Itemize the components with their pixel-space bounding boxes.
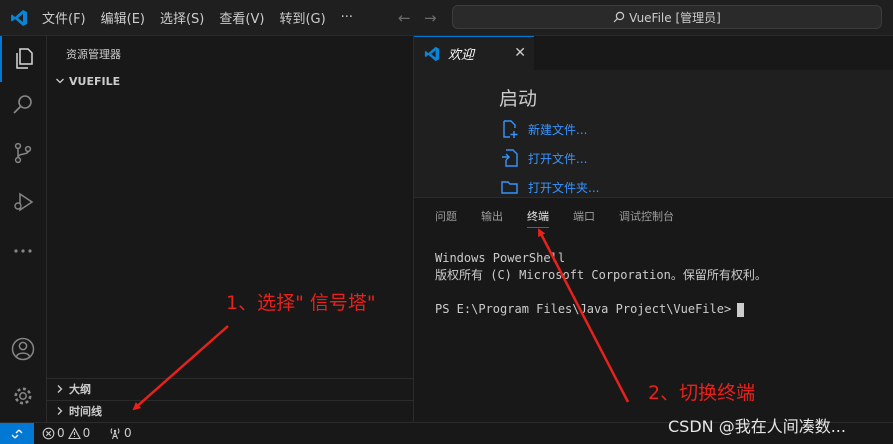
terminal-line: 版权所有 (C) Microsoft Corporation。保留所有权利。 <box>435 268 767 282</box>
timeline-label: 时间线 <box>69 405 102 418</box>
chevron-down-icon <box>56 78 64 84</box>
account-icon <box>11 337 35 361</box>
tab-debug-console[interactable]: 调试控制台 <box>619 208 674 224</box>
tab-output[interactable]: 输出 <box>481 208 503 224</box>
chevron-right-icon <box>57 385 63 393</box>
terminal-prompt: PS E:\Program Files\Java Project\VueFile… <box>435 302 732 316</box>
search-icon <box>613 11 625 23</box>
tab-label: 欢迎 <box>448 48 475 63</box>
menu-go[interactable]: 转到(G) <box>279 8 325 27</box>
welcome-page: 启动 新建文件... 打开文件... 打开文件夹... <box>414 70 893 197</box>
source-control-button[interactable] <box>0 130 46 176</box>
vscode-logo-icon <box>11 10 27 26</box>
search-button[interactable] <box>0 82 46 128</box>
open-file-label: 打开文件... <box>528 151 588 166</box>
new-file-label: 新建文件... <box>528 122 588 137</box>
ellipsis-icon <box>14 249 32 253</box>
warning-count: 0 <box>82 426 91 440</box>
command-center-search[interactable]: VueFile [管理员] <box>452 5 882 29</box>
vscode-tab-icon <box>424 46 440 61</box>
terminal-prompt-line: PS E:\Program Files\Java Project\VueFile… <box>435 301 767 318</box>
accounts-button[interactable] <box>0 326 46 372</box>
open-folder-icon <box>501 181 518 194</box>
menu-file[interactable]: 文件(F) <box>42 8 86 27</box>
terminal-cursor <box>737 302 745 317</box>
remote-indicator-button[interactable] <box>0 423 34 444</box>
terminal-line: Windows PowerShell <box>435 251 566 265</box>
error-count: 0 <box>57 426 65 440</box>
menu-more[interactable]: ··· <box>341 10 353 25</box>
new-file-link[interactable]: 新建文件... <box>500 119 587 139</box>
activity-bar <box>0 36 47 422</box>
chevron-right-icon <box>57 407 63 415</box>
outline-label: 大纲 <box>69 383 91 396</box>
menu-selection[interactable]: 选择(S) <box>160 8 204 27</box>
tab-ports[interactable]: 端口 <box>573 208 595 224</box>
gear-icon <box>14 387 32 405</box>
back-arrow-icon[interactable]: ← <box>398 9 411 27</box>
new-file-icon <box>503 120 518 138</box>
sidebar-title: 资源管理器 <box>66 48 121 61</box>
close-icon[interactable]: ✕ <box>514 45 526 61</box>
menu-bar: 文件(F) 编辑(E) 选择(S) 查看(V) 转到(G) ··· <box>42 0 368 35</box>
tab-problems[interactable]: 问题 <box>435 208 457 224</box>
outline-section-header[interactable]: 大纲 <box>53 381 91 397</box>
signal-tower-icon <box>110 428 120 440</box>
timeline-section-header[interactable]: 时间线 <box>53 403 102 419</box>
section-divider <box>47 400 413 401</box>
manage-button[interactable] <box>0 373 46 419</box>
ports-status-button[interactable]: 0 <box>108 426 132 440</box>
title-bar: 文件(F) 编辑(E) 选择(S) 查看(V) 转到(G) ··· ← → Vu… <box>0 0 893 36</box>
files-icon <box>16 48 33 69</box>
tab-welcome[interactable]: 欢迎 ✕ <box>414 36 534 70</box>
search-label: VueFile [管理员] <box>629 10 721 25</box>
tab-terminal[interactable]: 终端 <box>527 208 549 228</box>
folder-section-header[interactable]: VUEFILE <box>53 74 120 88</box>
start-heading: 启动 <box>499 88 538 110</box>
search-icon <box>13 95 32 114</box>
source-control-icon <box>14 142 32 164</box>
explorer-button[interactable] <box>0 36 46 82</box>
run-debug-button[interactable] <box>0 179 46 225</box>
editor-tab-bar: 欢迎 ✕ <box>414 36 893 70</box>
run-debug-icon <box>14 192 34 212</box>
error-icon <box>42 427 55 439</box>
open-folder-link[interactable]: 打开文件夹... <box>500 177 599 197</box>
more-views-button[interactable] <box>0 228 46 274</box>
open-file-link[interactable]: 打开文件... <box>500 148 587 168</box>
annotation-step2: 2、切换终端 <box>648 382 756 404</box>
watermark: CSDN @我在人间凑数... <box>668 417 846 436</box>
remote-icon <box>11 429 23 438</box>
menu-view[interactable]: 查看(V) <box>219 8 264 27</box>
open-file-icon <box>502 149 518 167</box>
open-folder-label: 打开文件夹... <box>528 180 600 195</box>
warning-icon <box>67 426 81 439</box>
annotation-step1: 1、选择" 信号塔" <box>226 292 376 314</box>
section-divider <box>47 378 413 379</box>
terminal-output[interactable]: Windows PowerShell 版权所有 (C) Microsoft Cor… <box>435 250 767 318</box>
problems-status[interactable]: 0 0 <box>42 426 90 440</box>
explorer-sidebar: 资源管理器 VUEFILE 大纲 时间线 <box>47 36 414 422</box>
menu-edit[interactable]: 编辑(E) <box>101 8 145 27</box>
forward-arrow-icon[interactable]: → <box>424 9 437 27</box>
folder-name: VUEFILE <box>69 74 121 88</box>
ports-count: 0 <box>124 426 132 440</box>
